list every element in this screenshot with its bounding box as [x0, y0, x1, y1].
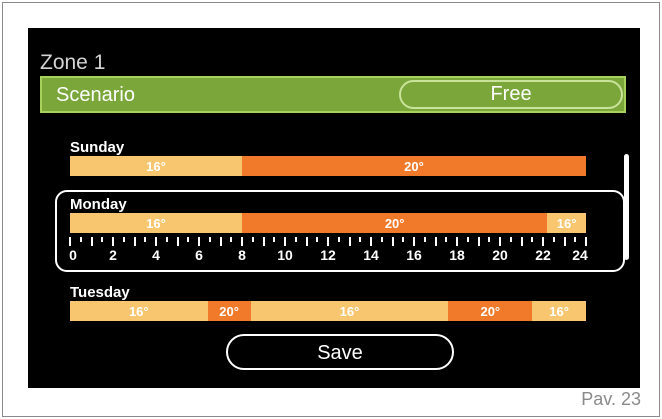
scenario-selector[interactable]: Free	[399, 80, 623, 109]
hour-tick	[552, 237, 555, 242]
device-screen: Zone 1 Scenario Free Sunday 16° 20° Monda…	[28, 28, 640, 388]
schedule-bar-monday[interactable]: 16° 20° 16°	[70, 213, 586, 233]
scenario-row[interactable]: Scenario Free	[40, 76, 626, 113]
hour-tick	[241, 237, 243, 246]
scenario-label: Scenario	[56, 84, 135, 106]
hour-tick	[305, 237, 308, 246]
hour-tick	[69, 237, 71, 246]
hour-tick	[294, 237, 297, 242]
hour-tick	[208, 237, 211, 242]
hour-tick	[359, 237, 362, 242]
hour-tick	[456, 237, 458, 246]
hour-label: 14	[363, 247, 379, 263]
hour-tick	[198, 237, 200, 246]
schedule-segment[interactable]: 16°	[70, 156, 242, 176]
hour-tick	[434, 237, 437, 246]
hour-label: 10	[277, 247, 293, 263]
hour-tick	[413, 237, 415, 246]
hour-tick	[499, 237, 501, 246]
save-button[interactable]: Save	[226, 334, 454, 370]
schedule-segment[interactable]: 20°	[242, 213, 548, 233]
hour-tick	[144, 237, 147, 242]
hour-tick	[380, 237, 383, 242]
hour-tick	[337, 237, 340, 242]
hour-tick-ruler	[69, 237, 587, 247]
hour-tick	[327, 237, 329, 246]
hour-tick	[155, 237, 157, 246]
hour-tick	[219, 237, 222, 246]
day-name-monday: Monday	[70, 196, 127, 213]
schedule-segment[interactable]: 16°	[70, 213, 242, 233]
hour-label: 4	[152, 247, 160, 263]
hour-tick	[488, 237, 491, 242]
hour-tick	[585, 237, 587, 246]
schedule-segment[interactable]: 16°	[532, 301, 586, 321]
hour-label: 12	[320, 247, 336, 263]
hour-tick	[466, 237, 469, 242]
hour-tick	[423, 237, 426, 242]
schedule-bar-tuesday[interactable]: 16° 20° 16° 20° 16°	[70, 301, 586, 321]
schedule-segment[interactable]: 20°	[242, 156, 586, 176]
hour-tick	[509, 237, 512, 242]
hour-label: 8	[238, 247, 246, 263]
hour-tick	[284, 237, 286, 246]
schedule-segment[interactable]: 16°	[250, 301, 449, 321]
hour-tick	[112, 237, 114, 246]
schedule-bar-sunday[interactable]: 16° 20°	[70, 156, 586, 176]
hour-label: 24	[572, 247, 588, 263]
hour-tick	[574, 237, 577, 242]
hour-label: 20	[492, 247, 508, 263]
hour-tick	[230, 237, 233, 242]
hour-tick	[90, 237, 93, 246]
hour-label: 22	[535, 247, 551, 263]
hour-tick	[391, 237, 394, 246]
zone-title: Zone 1	[40, 51, 106, 74]
hour-tick	[402, 237, 405, 242]
hour-tick	[520, 237, 523, 246]
schedule-segment[interactable]: 16°	[70, 301, 208, 321]
hour-tick	[477, 237, 480, 246]
figure-frame: Zone 1 Scenario Free Sunday 16° 20° Monda…	[2, 2, 660, 417]
hour-tick	[176, 237, 179, 246]
hour-tick	[79, 237, 82, 242]
hour-label: 6	[195, 247, 203, 263]
hour-label: 0	[69, 247, 77, 263]
schedule-segment[interactable]: 20°	[207, 301, 251, 321]
hour-tick	[122, 237, 125, 242]
hour-tick	[445, 237, 448, 242]
hour-tick	[563, 237, 566, 246]
hour-tick	[101, 237, 104, 242]
hour-tick	[316, 237, 319, 242]
day-name-tuesday: Tuesday	[70, 284, 130, 301]
hour-tick	[187, 237, 190, 242]
page-reference: Pav. 23	[581, 389, 641, 409]
hour-label: 2	[109, 247, 117, 263]
hour-tick	[370, 237, 372, 246]
scrollbar[interactable]	[624, 154, 629, 260]
hour-label: 18	[449, 247, 465, 263]
hour-tick	[251, 237, 254, 242]
hour-tick	[348, 237, 351, 246]
schedule-segment[interactable]: 16°	[547, 213, 586, 233]
schedule-segment[interactable]: 20°	[448, 301, 533, 321]
day-name-sunday: Sunday	[70, 139, 125, 156]
hour-tick	[133, 237, 136, 246]
hour-tick	[262, 237, 265, 246]
hour-tick	[165, 237, 168, 242]
hour-tick	[273, 237, 276, 242]
hour-label: 16	[406, 247, 422, 263]
hour-tick	[542, 237, 544, 246]
hour-tick	[531, 237, 534, 242]
